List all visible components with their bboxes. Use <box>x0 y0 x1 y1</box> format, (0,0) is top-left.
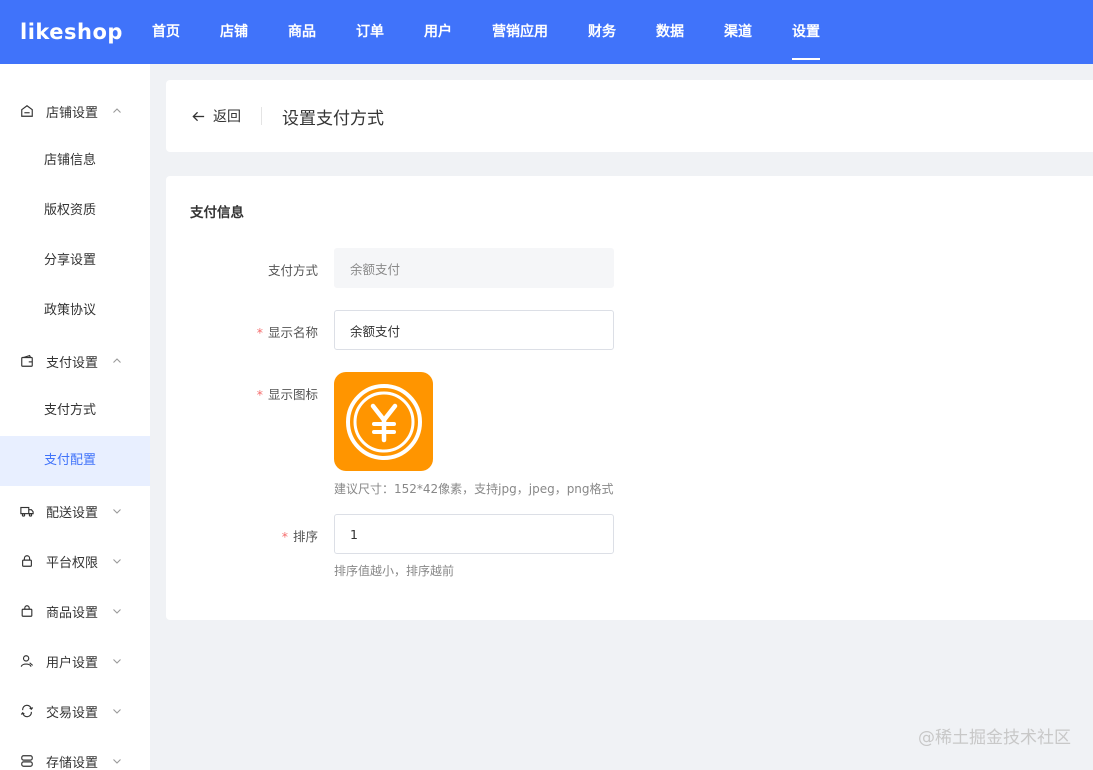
chevron-down-icon <box>112 606 122 616</box>
sort-field[interactable] <box>334 514 614 554</box>
storage-icon <box>20 754 34 768</box>
nav-store[interactable]: 店铺 <box>220 0 248 64</box>
sidebar-group-user-settings[interactable]: 用户设置 <box>0 636 150 686</box>
chevron-down-icon <box>112 756 122 766</box>
sort-tip: 排序值越小，排序越前 <box>334 564 455 578</box>
nav-users[interactable]: 用户 <box>424 0 452 64</box>
back-label: 返回 <box>213 109 241 125</box>
pay-method-label: 支付方式 <box>267 263 318 278</box>
sidebar-group-label: 商品设置 <box>46 605 99 621</box>
sidebar-group-payment-settings[interactable]: 支付设置 <box>0 336 150 386</box>
nav-orders[interactable]: 订单 <box>356 0 384 64</box>
nav-finance[interactable]: 财务 <box>588 0 616 64</box>
sidebar-group-delivery-settings[interactable]: 配送设置 <box>0 486 150 536</box>
chevron-up-icon <box>112 356 122 366</box>
sort-input[interactable] <box>350 526 598 542</box>
sidebar-group-label: 平台权限 <box>46 555 99 571</box>
chevron-down-icon <box>112 556 122 566</box>
sort-label: * 排序 <box>281 529 318 544</box>
yuan-coin-icon <box>345 383 422 460</box>
sidebar: 店铺设置 店铺信息 版权资质 分享设置 政策协议 支付设置 支付方式 支付配置 … <box>0 64 150 770</box>
sidebar-group-label: 用户设置 <box>46 655 99 671</box>
logo[interactable]: likeshop <box>0 20 152 44</box>
watermark: @稀土掘金技术社区 <box>918 728 1071 748</box>
sidebar-group-label: 店铺设置 <box>46 105 99 121</box>
top-nav: 首页 店铺 商品 订单 用户 营销应用 财务 数据 渠道 设置 <box>152 0 860 64</box>
sidebar-group-storage-settings[interactable]: 存储设置 <box>0 736 150 770</box>
nav-home[interactable]: 首页 <box>152 0 180 64</box>
sidebar-group-label: 存储设置 <box>46 755 99 770</box>
page-title: 设置支付方式 <box>282 108 384 129</box>
nav-goods[interactable]: 商品 <box>288 0 316 64</box>
exchange-icon <box>20 704 34 718</box>
section-title: 支付信息 <box>190 205 244 221</box>
payment-info-form: 支付信息 支付方式 余额支付 *显示名称 *显示图标 建议尺寸：152*42像素… <box>166 176 1093 620</box>
store-icon <box>20 104 34 118</box>
arrow-left-icon <box>192 111 205 121</box>
wallet-icon <box>20 354 34 368</box>
sidebar-group-label: 交易设置 <box>46 705 99 721</box>
display-icon-label: * 显示图标 <box>256 387 318 402</box>
bag-icon <box>20 604 34 618</box>
sidebar-item-payment-config[interactable]: 支付配置 <box>0 436 150 486</box>
chevron-up-icon <box>112 106 122 116</box>
sidebar-group-store-settings[interactable]: 店铺设置 <box>0 86 150 136</box>
top-navbar: likeshop 首页 店铺 商品 订单 用户 营销应用 财务 数据 渠道 设置 <box>0 0 1093 64</box>
display-name-field[interactable] <box>334 310 614 350</box>
sidebar-group-label: 支付设置 <box>46 355 99 371</box>
sidebar-group-trade-settings[interactable]: 交易设置 <box>0 686 150 736</box>
display-name-input[interactable] <box>350 322 598 338</box>
nav-settings[interactable]: 设置 <box>792 0 820 64</box>
nav-data[interactable]: 数据 <box>656 0 684 64</box>
sidebar-item-policy[interactable]: 政策协议 <box>0 286 150 336</box>
sidebar-group-platform-permissions[interactable]: 平台权限 <box>0 536 150 586</box>
sidebar-item-copyright[interactable]: 版权资质 <box>0 186 150 236</box>
nav-channel[interactable]: 渠道 <box>724 0 752 64</box>
chevron-down-icon <box>112 506 122 516</box>
back-button[interactable]: 返回 <box>191 106 241 126</box>
page-header: 返回 设置支付方式 <box>166 80 1093 152</box>
sidebar-item-share-settings[interactable]: 分享设置 <box>0 236 150 286</box>
display-icon-upload[interactable] <box>334 372 433 471</box>
nav-marketing[interactable]: 营销应用 <box>492 0 548 64</box>
divider <box>261 107 262 125</box>
pay-method-field: 余额支付 <box>334 248 614 288</box>
sidebar-item-payment-methods[interactable]: 支付方式 <box>0 386 150 436</box>
user-icon <box>20 654 34 668</box>
truck-icon <box>20 504 34 518</box>
display-name-label: * 显示名称 <box>256 325 318 340</box>
icon-size-tip: 建议尺寸：152*42像素，支持jpg，jpeg，png格式 <box>334 482 614 496</box>
sidebar-item-store-info[interactable]: 店铺信息 <box>0 136 150 186</box>
lock-icon <box>20 554 34 568</box>
sidebar-group-goods-settings[interactable]: 商品设置 <box>0 586 150 636</box>
sidebar-group-label: 配送设置 <box>46 505 99 521</box>
chevron-down-icon <box>112 706 122 716</box>
chevron-down-icon <box>112 656 122 666</box>
